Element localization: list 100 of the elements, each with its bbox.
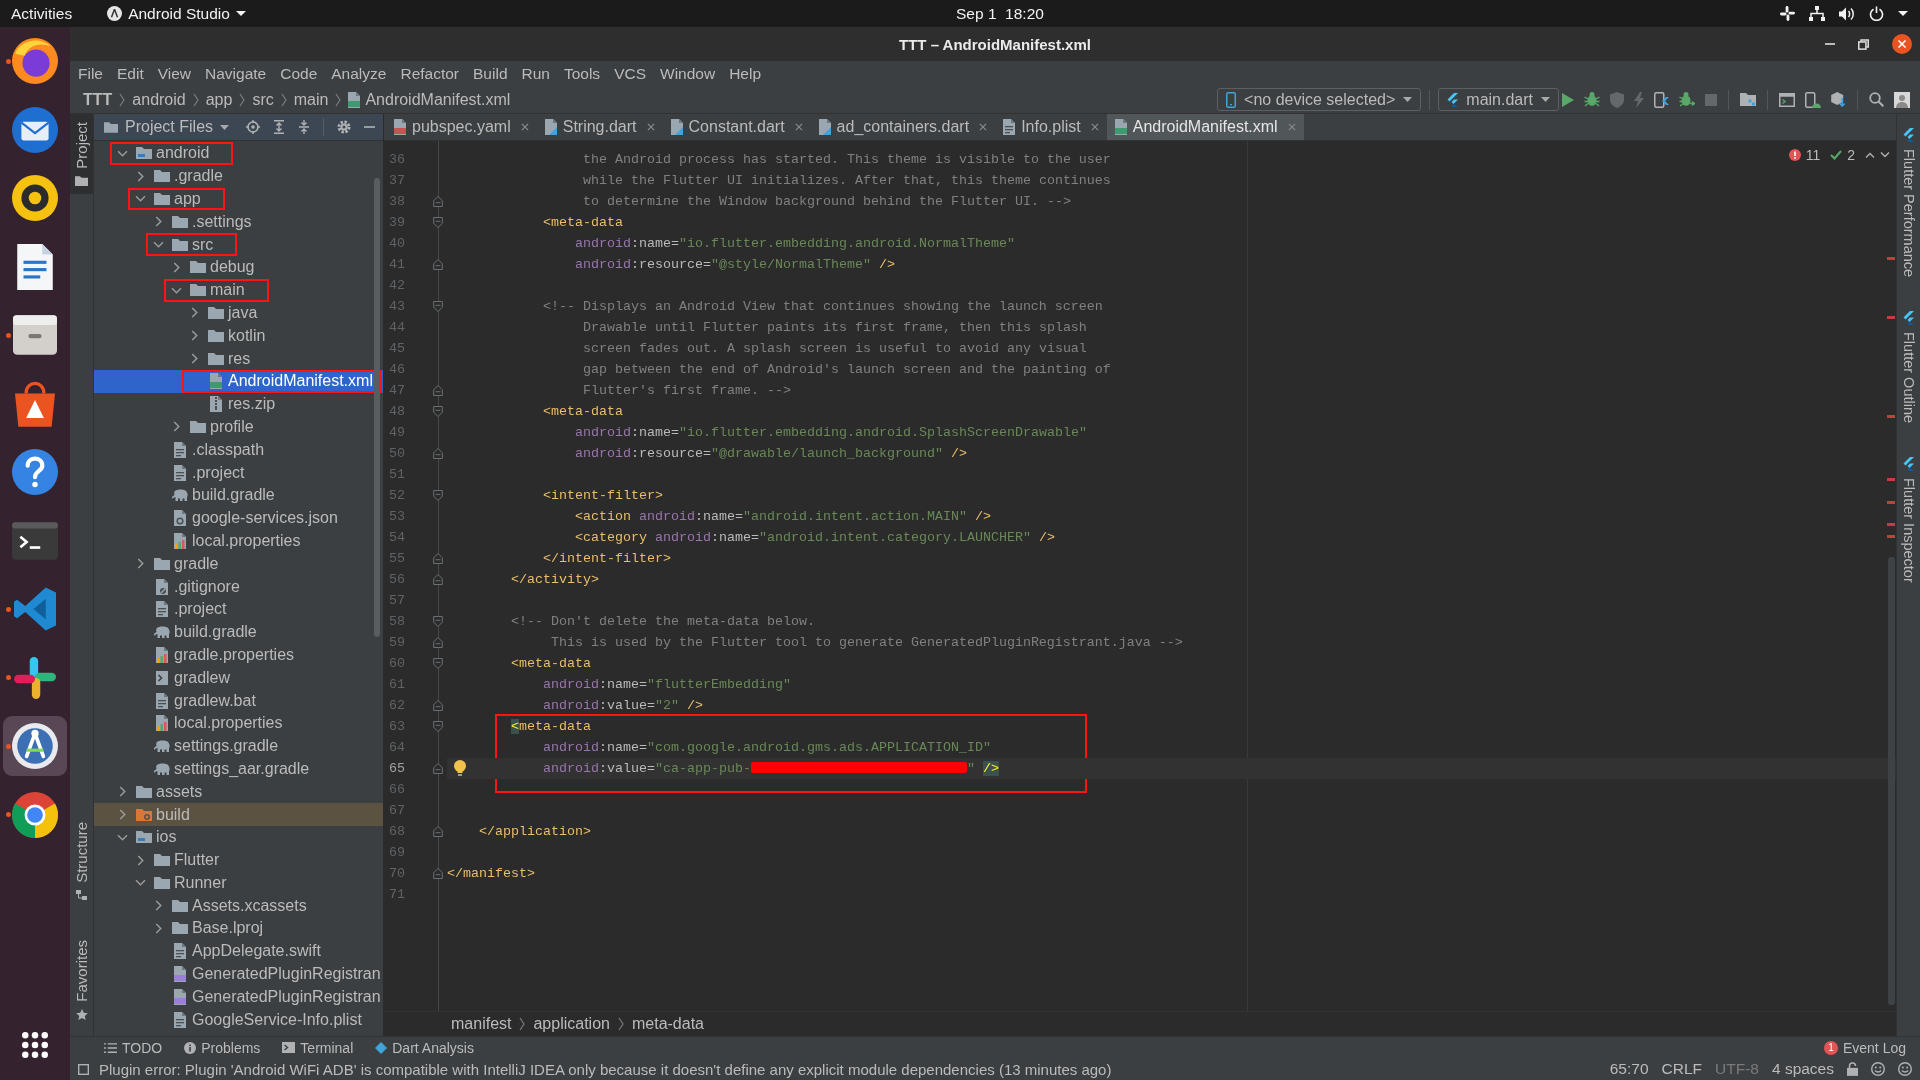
chevron-down-icon[interactable] <box>1880 152 1890 158</box>
window-icon[interactable] <box>1779 92 1795 107</box>
chevron-right-icon[interactable] <box>190 353 198 365</box>
fold-icon[interactable] <box>433 258 443 270</box>
box-icon[interactable] <box>1831 92 1846 107</box>
menu-item[interactable]: Code <box>273 64 325 83</box>
tool-window-tab[interactable]: Structure <box>70 814 93 909</box>
fold-icon[interactable] <box>433 867 443 879</box>
folder-icon[interactable] <box>1740 93 1756 106</box>
tree-item[interactable]: res <box>94 347 383 370</box>
menu-item[interactable]: Tools <box>556 64 608 83</box>
tree-item[interactable]: res.zip <box>94 392 383 416</box>
breadcrumb-item[interactable]: application <box>533 1015 610 1033</box>
fold-icon[interactable] <box>433 573 443 585</box>
tree-item[interactable]: main <box>94 278 383 302</box>
breadcrumb-item[interactable]: android <box>132 90 186 109</box>
tree-item[interactable]: AndroidManifest.xml <box>94 369 383 393</box>
tree-item[interactable]: google-services.json <box>94 506 383 530</box>
chevron-down-icon[interactable] <box>152 241 164 249</box>
editor-tab[interactable]: Constant.dart <box>662 114 811 140</box>
fold-icon[interactable] <box>433 216 443 228</box>
menu-item[interactable]: File <box>71 64 110 83</box>
fold-icon[interactable] <box>433 300 443 312</box>
square-icon[interactable] <box>78 1063 89 1075</box>
tree-item[interactable]: .project <box>94 461 383 484</box>
tree-item[interactable]: profile <box>94 415 383 439</box>
fold-icon[interactable] <box>433 384 443 396</box>
phone-icon[interactable] <box>1805 91 1821 108</box>
menu-item[interactable]: Refactor <box>393 64 467 83</box>
tree-item[interactable]: kotlin <box>94 324 383 348</box>
tree-item[interactable]: GoogleService-Info.plist <box>94 1008 383 1032</box>
fold-icon[interactable] <box>433 825 443 837</box>
breadcrumb-item[interactable]: app <box>205 90 233 109</box>
chevron-right-icon[interactable] <box>154 216 162 228</box>
tree-item[interactable]: ios <box>94 825 383 849</box>
tree-item[interactable]: local.properties <box>94 711 383 735</box>
target-icon[interactable] <box>246 120 260 134</box>
tree-item[interactable]: GeneratedPluginRegistran <box>94 962 383 986</box>
scrollbar-thumb[interactable] <box>374 178 380 637</box>
menu-item[interactable]: Build <box>466 64 515 83</box>
chevron-down-icon[interactable] <box>116 833 128 841</box>
tool-window-tab[interactable]: Flutter Inspector <box>1897 449 1920 591</box>
close-icon[interactable] <box>1892 34 1912 54</box>
editor-tab[interactable]: AndroidManifest.xml <box>1106 114 1304 140</box>
lightbulb-icon[interactable] <box>454 759 466 776</box>
tree-item[interactable]: Base.lproj <box>94 917 383 940</box>
lock-icon[interactable] <box>1847 1062 1858 1076</box>
fold-icon[interactable] <box>433 762 443 774</box>
tool-window-tab[interactable]: Project <box>70 114 93 194</box>
fold-icon[interactable] <box>433 405 443 417</box>
menu-item[interactable]: Help <box>722 64 769 83</box>
fold-icon[interactable] <box>433 699 443 711</box>
fold-icon[interactable] <box>433 552 443 564</box>
fold-icon[interactable] <box>433 615 443 627</box>
app-grid-icon[interactable] <box>22 1032 48 1058</box>
breadcrumb-item[interactable]: main <box>293 90 329 109</box>
tool-window-button[interactable]: TODO <box>104 1039 163 1056</box>
clock[interactable]: Sep 1 18:20 <box>956 4 1044 23</box>
chevron-right-icon[interactable] <box>154 923 162 934</box>
menu-item[interactable]: Window <box>653 64 723 83</box>
tree-item[interactable]: settings_aar.gradle <box>94 757 383 781</box>
network-icon[interactable] <box>1809 6 1825 21</box>
collapse-all-icon[interactable] <box>298 120 310 134</box>
chevron-right-icon[interactable] <box>118 786 126 798</box>
device-selector[interactable]: <no device selected> <box>1217 88 1422 111</box>
tree-item[interactable]: Flutter <box>94 848 383 872</box>
tree-item[interactable]: AppDelegate.swift <box>94 939 383 963</box>
editor-tab[interactable]: pubspec.yaml <box>386 114 537 140</box>
smiley-icon[interactable] <box>1871 1062 1885 1076</box>
chevron-right-icon[interactable] <box>190 330 198 342</box>
tree-item[interactable]: build.gradle <box>94 620 383 644</box>
menu-item[interactable]: Navigate <box>198 64 274 83</box>
play-icon[interactable] <box>1562 92 1574 107</box>
tree-item[interactable]: local.properties <box>94 529 383 553</box>
chevron-down-icon[interactable] <box>134 195 146 203</box>
run-config-selector[interactable]: main.dart <box>1438 88 1559 111</box>
chevron-right-icon[interactable] <box>190 307 198 319</box>
tree-item[interactable]: Assets.xcassets <box>94 894 383 918</box>
chevron-right-icon[interactable] <box>172 421 180 433</box>
dock-item[interactable] <box>3 716 67 777</box>
breadcrumb-item[interactable]: src <box>252 90 274 109</box>
tree-item[interactable]: src <box>94 233 383 256</box>
smiley-icon[interactable] <box>1898 1062 1912 1076</box>
tree-item[interactable]: .gradle <box>94 164 383 188</box>
tree-item[interactable]: build.gradle <box>94 483 383 507</box>
tree-item[interactable]: gradlew.bat <box>94 689 383 712</box>
pinwheel-icon[interactable] <box>1780 6 1795 21</box>
chevron-right-icon[interactable] <box>118 809 126 820</box>
tree-item[interactable]: assets <box>94 780 383 804</box>
fold-icon[interactable] <box>433 657 443 669</box>
tree-item[interactable]: Runner <box>94 871 383 895</box>
editor-tab[interactable]: String.dart <box>536 114 663 140</box>
tree-item[interactable]: java <box>94 301 383 325</box>
tree-item[interactable]: .classpath <box>94 438 383 462</box>
fold-icon[interactable] <box>433 720 443 732</box>
tree-item[interactable]: settings.gradle <box>94 734 383 758</box>
menu-item[interactable]: View <box>150 64 199 83</box>
chevron-down-icon[interactable] <box>170 286 182 294</box>
menu-item[interactable]: Analyze <box>324 64 394 83</box>
menu-item[interactable]: VCS <box>607 64 653 83</box>
